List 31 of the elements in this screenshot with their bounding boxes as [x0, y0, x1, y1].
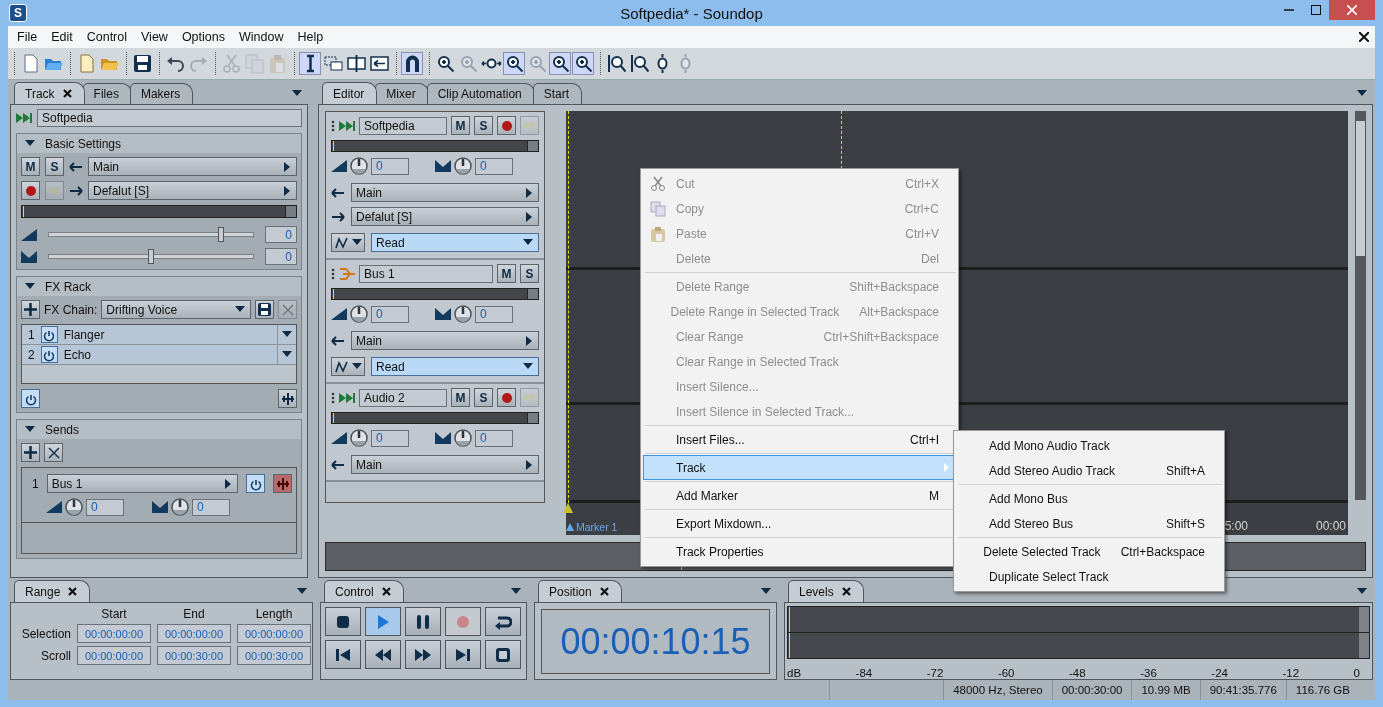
scale-label: -12 [1282, 667, 1300, 680]
scale-label: -48 [1069, 667, 1086, 680]
section-title: Basic Settings [45, 136, 122, 151]
scale-label: -24 [1211, 667, 1228, 680]
column-header: Length [254, 607, 294, 622]
time-label: 00:00 [1315, 519, 1346, 534]
fx-chain-label: FX Chain: [44, 302, 98, 317]
status-text: 116.76 GB [1285, 680, 1359, 701]
column-header: End [182, 607, 206, 622]
status-text: 90:41:35.776 [1199, 680, 1286, 701]
status-text: 10.99 MB [1131, 680, 1200, 701]
column-header: Start [100, 607, 128, 622]
scale-label: -36 [1140, 667, 1157, 680]
effect-index: 2 [28, 347, 35, 362]
row-label: Scroll [40, 648, 71, 663]
row-label: Selection [20, 626, 71, 641]
section-title: Sends [45, 422, 80, 437]
status-text: 48000 Hz, Stereo [943, 680, 1052, 701]
time-label: 5:00 [1224, 519, 1248, 534]
position-display: 00:00:10:15 [541, 609, 770, 675]
scale-label: -84 [855, 667, 873, 680]
status-text: 00:00:30:00 [1051, 680, 1132, 701]
scale-label: -72 [926, 667, 944, 680]
scale-label: -60 [997, 667, 1015, 680]
section-title: FX Rack [45, 279, 91, 294]
window-title: Softpedia* - Soundop [620, 4, 763, 22]
effect-index: 1 [28, 327, 35, 342]
send-index: 1 [32, 476, 39, 491]
scale-label: dB [787, 667, 802, 680]
scale-label: 0 [1353, 667, 1360, 680]
app-logo: S [9, 4, 27, 23]
